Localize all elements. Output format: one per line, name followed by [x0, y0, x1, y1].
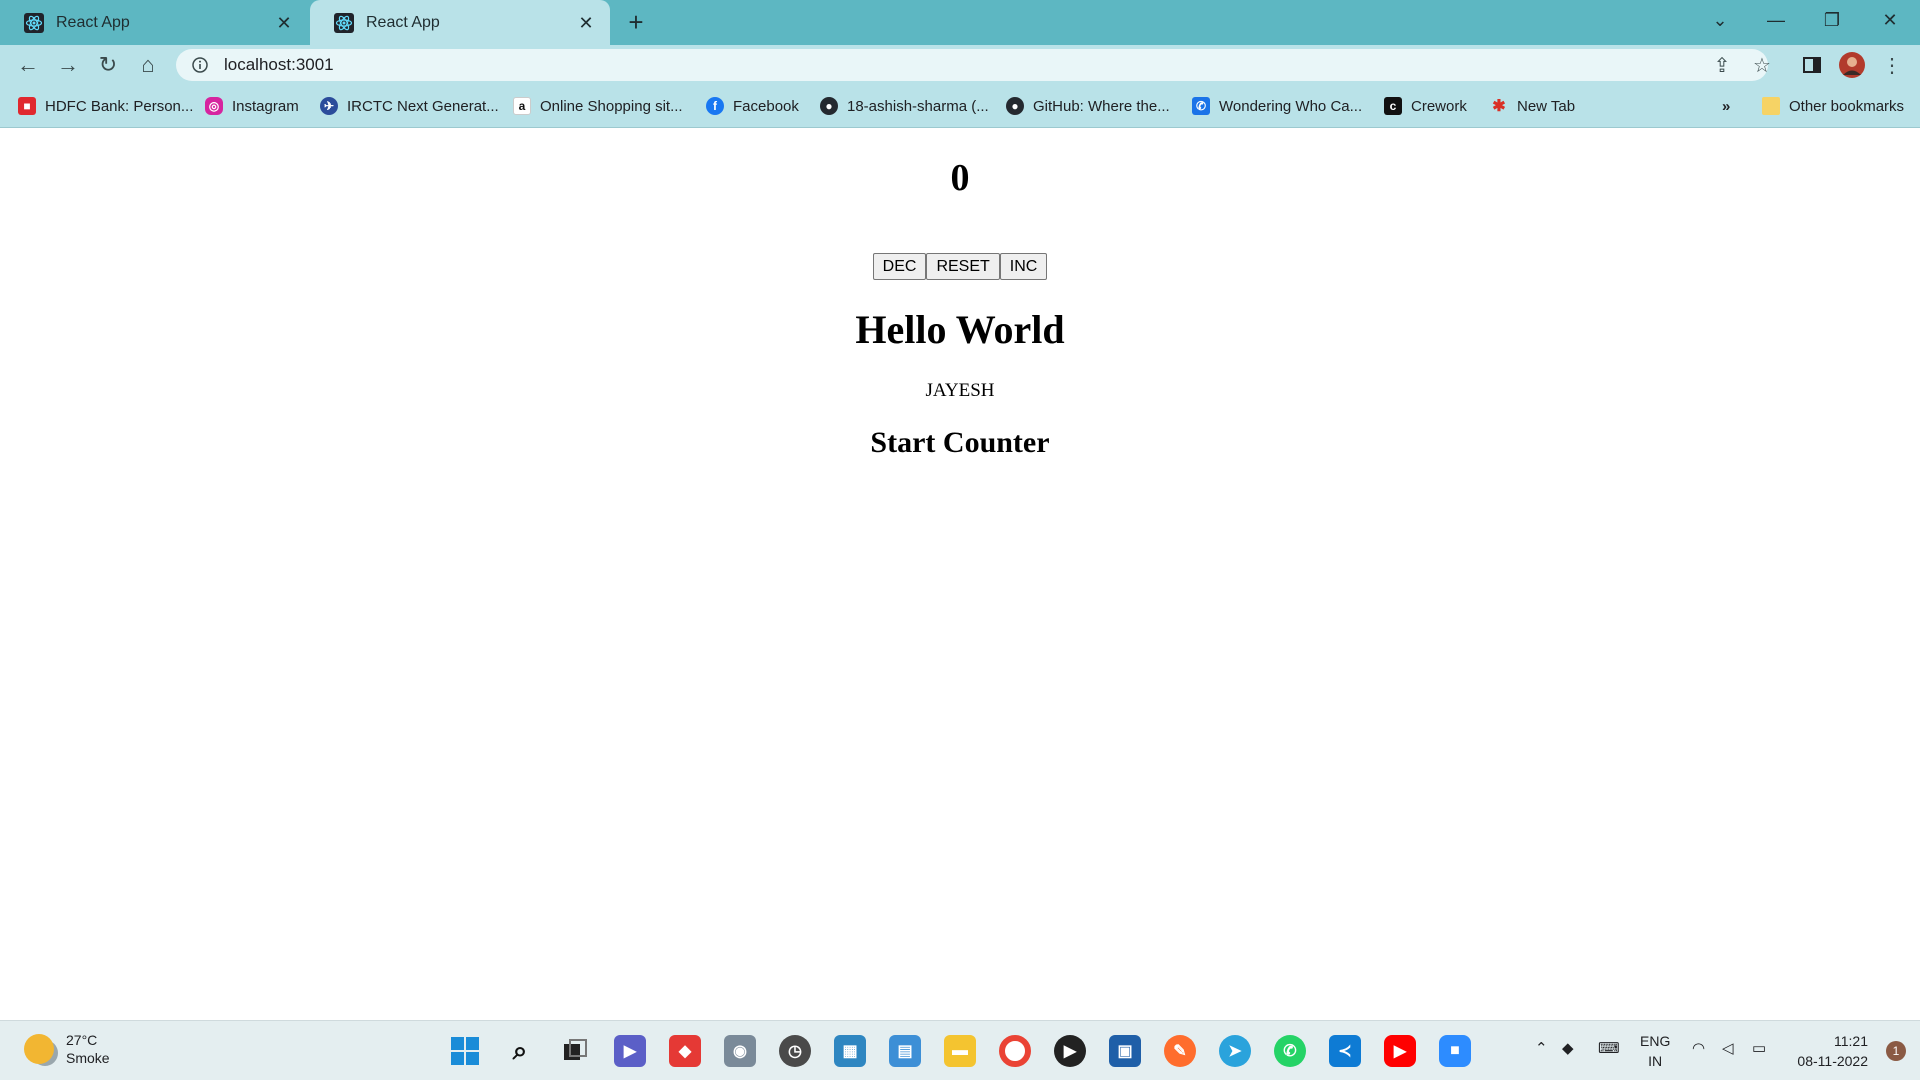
tab-react-app-2[interactable]: React App ✕	[310, 0, 610, 45]
youtube-icon[interactable]: ▶	[1384, 1035, 1416, 1067]
home-icon[interactable]: ⌂	[132, 49, 164, 81]
close-tab-icon[interactable]: ✕	[576, 13, 596, 33]
tab-react-app-1[interactable]: React App ✕	[0, 0, 308, 45]
clock-icon[interactable]: ◷	[779, 1035, 811, 1067]
chrome-icon[interactable]	[999, 1035, 1031, 1067]
minimize-button[interactable]: —	[1748, 0, 1804, 40]
bookmark-hdfc[interactable]: ■ HDFC Bank: Person...	[18, 95, 193, 117]
vscode-icon[interactable]: ≺	[1329, 1035, 1361, 1067]
close-window-button[interactable]: ✕	[1862, 0, 1918, 40]
back-icon[interactable]: ←	[12, 49, 44, 81]
task-view-icon[interactable]	[559, 1035, 591, 1067]
tab-strip: React App ✕ React App ✕ + ⌄ — ❐ ✕	[0, 0, 1920, 45]
github-icon: ●	[820, 97, 838, 115]
weather-temp: 27°C	[66, 1032, 98, 1048]
search-icon[interactable]: ⌕	[504, 1035, 536, 1067]
side-panel-icon[interactable]	[1796, 49, 1828, 81]
newtab-icon: ✱	[1492, 98, 1506, 115]
camera-icon[interactable]: ◉	[724, 1035, 756, 1067]
bookmarks-bar: ■ HDFC Bank: Person... ◎ Instagram ✈ IRC…	[0, 85, 1920, 128]
avatar[interactable]	[1836, 49, 1868, 81]
bookmark-instagram[interactable]: ◎ Instagram	[205, 95, 299, 117]
weather-icon	[24, 1034, 54, 1064]
show-hidden-icons-icon[interactable]: ⌃	[1535, 1039, 1548, 1057]
bookmark-github-profile[interactable]: ● 18-ashish-sharma (...	[820, 95, 989, 117]
weather-widget[interactable]: 27°C Smoke	[24, 1031, 110, 1067]
irctc-icon: ✈	[320, 97, 338, 115]
dec-button[interactable]: DEC	[872, 253, 927, 280]
pen-icon[interactable]: ✎	[1164, 1035, 1196, 1067]
address-text: localhost:3001	[224, 55, 334, 74]
bookmark-irctc[interactable]: ✈ IRCTC Next Generat...	[320, 95, 499, 117]
dropbox-icon[interactable]: ◆	[1562, 1039, 1574, 1057]
phone-icon: ✆	[1192, 97, 1210, 115]
tab-title: React App	[56, 13, 130, 31]
browser-toolbar: ← → ↻ ⌂ localhost:3001 ⇪ ☆ ⋮	[0, 45, 1920, 85]
clock-date: 08-11-2022	[1797, 1053, 1868, 1069]
page-content: 0 DEC RESET INC Hello World JAYESH Start…	[0, 128, 1920, 1020]
github-icon: ●	[1006, 97, 1024, 115]
language-indicator[interactable]: ENG IN	[1640, 1031, 1670, 1071]
react-icon	[334, 12, 354, 33]
forward-icon[interactable]: →	[52, 49, 84, 81]
photos-icon[interactable]: ▦	[834, 1035, 866, 1067]
file-explorer-icon[interactable]: ▬	[944, 1035, 976, 1067]
tab-title: React App	[366, 13, 440, 31]
folder-icon	[1762, 97, 1780, 115]
amazon-icon: a	[513, 97, 531, 115]
counter-value: 0	[950, 157, 970, 199]
wifi-icon[interactable]: ◠	[1692, 1039, 1705, 1057]
instagram-icon: ◎	[205, 97, 223, 115]
clock[interactable]: 11:21 08-11-2022	[1797, 1031, 1868, 1071]
bookmarks-overflow-icon[interactable]: »	[1722, 95, 1730, 117]
keyboard-icon[interactable]: ⌨	[1598, 1039, 1620, 1057]
zoom-icon[interactable]: ■	[1439, 1035, 1471, 1067]
page-subheading: Start Counter	[870, 426, 1050, 459]
close-tab-icon[interactable]: ✕	[274, 13, 294, 33]
hdfc-icon: ■	[18, 97, 36, 115]
telegram-icon[interactable]: ➤	[1219, 1035, 1251, 1067]
reset-button[interactable]: RESET	[926, 253, 1000, 280]
bookmark-facebook[interactable]: f Facebook	[706, 95, 799, 117]
facebook-icon: f	[706, 97, 724, 115]
reload-icon[interactable]: ↻	[92, 49, 124, 81]
bookmark-github[interactable]: ● GitHub: Where the...	[1006, 95, 1170, 117]
bookmark-crework[interactable]: c Crework	[1384, 95, 1467, 117]
other-bookmarks[interactable]: Other bookmarks	[1762, 95, 1904, 117]
notification-badge[interactable]: 1	[1886, 1041, 1906, 1061]
address-bar[interactable]: localhost:3001	[176, 49, 1768, 81]
crework-icon: c	[1384, 97, 1402, 115]
restore-button[interactable]: ❐	[1804, 0, 1860, 40]
bookmark-amazon[interactable]: a Online Shopping sit...	[513, 95, 683, 117]
tab-search-icon[interactable]: ⌄	[1692, 0, 1748, 40]
media-player-icon[interactable]: ▶	[1054, 1035, 1086, 1067]
anydesk-icon[interactable]: ◆	[669, 1035, 701, 1067]
start-icon[interactable]	[449, 1035, 481, 1067]
bookmark-wondering[interactable]: ✆ Wondering Who Ca...	[1192, 95, 1362, 117]
counter-controls: DEC RESET INC	[0, 253, 1920, 280]
teams-chat-icon[interactable]: ▶	[614, 1035, 646, 1067]
new-tab-button[interactable]: +	[622, 8, 650, 36]
control-panel-icon[interactable]: ▤	[889, 1035, 921, 1067]
site-info-icon[interactable]	[190, 55, 210, 75]
weather-desc: Smoke	[66, 1050, 110, 1066]
store-icon[interactable]: ▣	[1109, 1035, 1141, 1067]
menu-icon[interactable]: ⋮	[1876, 49, 1908, 81]
bookmark-new-tab[interactable]: ✱ New Tab	[1490, 95, 1575, 117]
share-icon[interactable]: ⇪	[1706, 49, 1738, 81]
battery-icon[interactable]: ▭	[1752, 1039, 1766, 1057]
react-icon	[24, 12, 44, 33]
taskbar: 27°C Smoke ⌕ ▶ ◆ ◉ ◷ ▦ ▤ ▬ ▶ ▣ ✎ ➤ ✆ ≺ ▶…	[0, 1020, 1920, 1080]
clock-time: 11:21	[1834, 1033, 1868, 1049]
whatsapp-icon[interactable]: ✆	[1274, 1035, 1306, 1067]
volume-icon[interactable]: ◁	[1722, 1039, 1734, 1057]
page-heading: Hello World	[855, 307, 1065, 352]
inc-button[interactable]: INC	[999, 253, 1048, 280]
user-name: JAYESH	[925, 380, 995, 401]
bookmark-star-icon[interactable]: ☆	[1746, 49, 1778, 81]
